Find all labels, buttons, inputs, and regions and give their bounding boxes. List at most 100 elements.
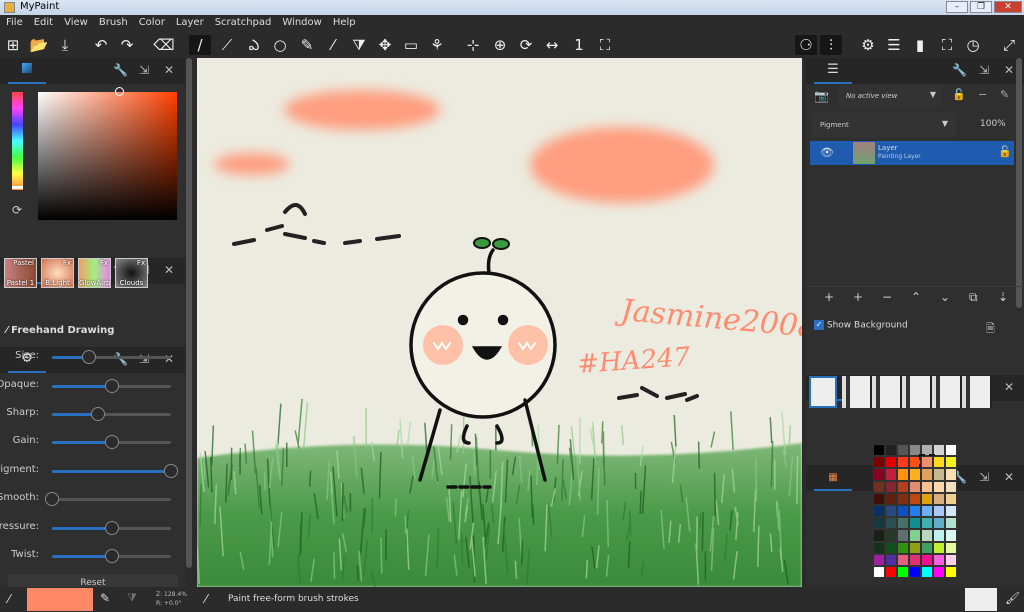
slider-pigment[interactable]: Pigment: [0, 461, 185, 481]
refresh-icon[interactable]: ⟳ [12, 203, 22, 217]
detach-icon[interactable]: ⇲ [979, 63, 989, 77]
color-wheel-icon[interactable]: ⚆ [795, 35, 817, 55]
slider-knob[interactable] [104, 435, 119, 449]
slider-knob[interactable] [104, 521, 119, 535]
mirror-icon[interactable]: ↔ [541, 35, 563, 55]
slider-opaque[interactable]: Opaque: [0, 376, 185, 396]
expand-icon[interactable]: ⤢ [998, 35, 1020, 55]
brush-thumb-selected[interactable] [809, 376, 837, 408]
duplicate-layer-button[interactable]: ⧉ [969, 290, 978, 305]
detach-icon[interactable]: ⇲ [139, 63, 149, 77]
unlock-icon[interactable]: 🔓 [998, 145, 1012, 158]
fill-icon[interactable]: ⧩ [127, 591, 137, 605]
palette-swatch[interactable] [897, 541, 909, 554]
palette-swatch[interactable] [885, 541, 897, 554]
palette-swatch[interactable] [897, 517, 909, 530]
menu-brush[interactable]: Brush [93, 15, 133, 28]
frame-icon[interactable]: ▭ [400, 35, 422, 55]
palette-swatch[interactable] [873, 468, 885, 481]
close-panel-icon[interactable]: ✕ [1004, 380, 1014, 394]
palette-swatch[interactable] [921, 541, 933, 554]
color-tab[interactable] [8, 58, 46, 84]
palette-swatch[interactable] [897, 529, 909, 542]
palette-swatch[interactable] [921, 504, 933, 518]
fullscreen-icon[interactable]: ⛶ [936, 35, 958, 55]
palette-swatch[interactable] [909, 468, 921, 481]
slider-track[interactable] [52, 464, 178, 478]
layers-tab[interactable]: ☰ [814, 58, 852, 84]
palette-swatch[interactable] [921, 492, 933, 505]
minimize-button[interactable]: – [946, 1, 968, 13]
palette-swatch[interactable] [945, 492, 957, 505]
palette-swatch[interactable] [897, 480, 909, 493]
palette-swatch[interactable] [885, 456, 897, 469]
menu-help[interactable]: Help [327, 15, 361, 28]
scratchpad-icon[interactable]: ▮ [909, 35, 931, 55]
slider-twist[interactable]: Twist: [0, 546, 185, 566]
brush-thumb-strip[interactable] [842, 376, 992, 408]
palette-swatch[interactable] [945, 480, 957, 493]
palette-swatch[interactable] [933, 565, 945, 579]
palette-swatch[interactable] [909, 541, 921, 554]
detach-icon[interactable]: ⇲ [979, 470, 989, 484]
add-layer-button[interactable]: + [824, 290, 834, 304]
palette-swatch[interactable] [885, 517, 897, 530]
fit-icon[interactable]: ⛶ [594, 35, 616, 55]
wrench-icon[interactable]: 🔧 [952, 63, 967, 77]
zoom-icon[interactable]: ⊕ [489, 35, 511, 55]
palette-swatch[interactable] [921, 444, 933, 457]
slider-pressure[interactable]: Pressure: [0, 518, 185, 538]
menu-color[interactable]: Color [133, 15, 170, 28]
palette-tab[interactable]: ▦ [814, 465, 852, 491]
palette-swatch[interactable] [933, 517, 945, 530]
edit-view-icon[interactable]: ✎ [1000, 88, 1009, 101]
drawing-canvas[interactable]: Jasmine2008 #HA247 [192, 58, 818, 587]
merge-down-button[interactable]: ⇣ [998, 290, 1008, 304]
inking-icon[interactable]: ⟋ [216, 35, 238, 55]
palette-swatch[interactable] [897, 456, 909, 469]
palette-swatch[interactable] [933, 504, 945, 518]
slider-track[interactable] [52, 521, 171, 535]
palette-swatch[interactable] [921, 565, 933, 579]
brush-preset[interactable]: Fx Clouds [115, 258, 148, 288]
palette-swatch[interactable] [909, 456, 921, 469]
palette-swatch[interactable] [933, 444, 945, 457]
saturation-value-square[interactable] [38, 92, 177, 220]
slider-knob[interactable] [104, 379, 119, 393]
slider-gain[interactable]: Gain: [0, 432, 185, 452]
brush-preset[interactable]: Pastel Pastel 1 [4, 258, 37, 288]
slider-track[interactable] [45, 492, 171, 506]
palette-swatch[interactable] [909, 517, 921, 530]
close-panel-icon[interactable]: ✕ [1004, 63, 1014, 77]
ellipse-icon[interactable]: ○ [269, 35, 291, 55]
palette-swatch[interactable] [921, 553, 933, 566]
palette-swatch[interactable] [909, 565, 921, 579]
palette-swatch[interactable] [945, 517, 957, 530]
move-down-button[interactable]: ⌄ [940, 290, 950, 304]
palette-swatch[interactable] [873, 492, 885, 505]
slider-knob[interactable] [91, 407, 106, 421]
brush-settings-icon[interactable]: 🖌 [1005, 591, 1020, 605]
palette-swatch[interactable] [909, 553, 921, 566]
slider-knob[interactable] [45, 492, 59, 506]
palette-swatch[interactable] [945, 565, 957, 579]
remove-layer-button[interactable]: − [882, 290, 892, 304]
palette-swatch[interactable] [885, 492, 897, 505]
layer-row[interactable]: 👁 Layer Painting Layer 🔓 [810, 141, 1014, 165]
menu-window[interactable]: Window [276, 15, 326, 28]
lasso-icon[interactable]: ఎ [243, 35, 265, 55]
freehand-brush-icon[interactable]: / [189, 35, 211, 55]
color-picker-icon[interactable]: ⁄ [322, 35, 344, 55]
slider-track[interactable] [52, 379, 171, 393]
palette-swatch[interactable] [873, 541, 885, 554]
save-icon[interactable]: ⤓ [54, 35, 76, 55]
open-icon[interactable]: 📂 [28, 35, 50, 55]
palette-swatch[interactable] [919, 454, 935, 471]
palette-swatch[interactable] [873, 553, 885, 566]
palette-swatch[interactable] [921, 529, 933, 542]
palette-swatch[interactable] [945, 553, 957, 566]
history-icon[interactable]: ◷ [962, 35, 984, 55]
show-background-checkbox[interactable]: ✓ Show Background [814, 320, 908, 331]
palette-swatch[interactable] [909, 529, 921, 542]
palette-swatch[interactable] [909, 492, 921, 505]
